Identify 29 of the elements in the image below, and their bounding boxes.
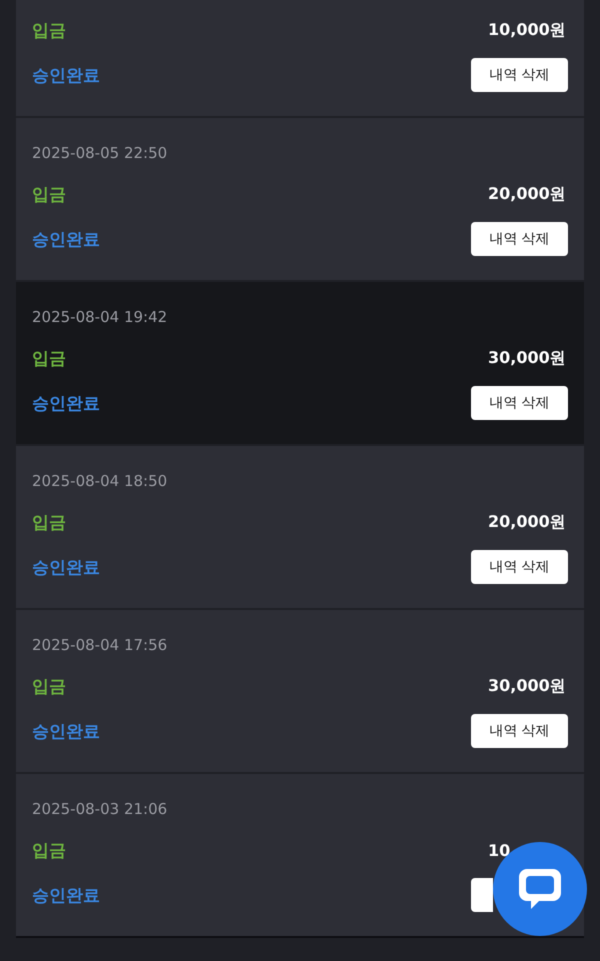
transaction-date: 2025-08-05 22:50: [32, 143, 168, 164]
transaction-type: 입금: [32, 348, 66, 370]
delete-history-button[interactable]: 내역 삭제: [471, 550, 568, 584]
transaction-status: 승인완료: [32, 392, 100, 414]
delete-history-button[interactable]: 내역 삭제: [471, 58, 568, 92]
transaction-type: 입금: [32, 20, 66, 42]
transaction-date: 2025-08-04 18:50: [32, 471, 168, 492]
transaction-amount: 10,000원: [488, 20, 567, 40]
chat-bubble-icon: [517, 867, 563, 911]
transaction-status: 승인완료: [32, 228, 100, 250]
transaction-amount: 20,000원: [488, 512, 567, 532]
transaction-type: 입금: [32, 840, 66, 862]
transaction-date: 2025-08-04 19:42: [32, 307, 168, 328]
transaction-type: 입금: [32, 676, 66, 698]
transaction-date: 2025-08-04 17:56: [32, 635, 168, 656]
delete-history-button[interactable]: 내역 삭제: [471, 386, 568, 420]
transaction-status: 승인완료: [32, 884, 100, 906]
delete-history-button[interactable]: 내역 삭제: [471, 222, 568, 256]
transaction-date: 2025-08-03 21:06: [32, 799, 168, 820]
transaction-amount: 30,000원: [488, 676, 567, 696]
transaction-type: 입금: [32, 184, 66, 206]
transaction-type: 입금: [32, 512, 66, 534]
transaction-status: 승인완료: [32, 720, 100, 742]
transaction-amount: 20,000원: [488, 184, 567, 204]
transaction-amount: 10: [488, 840, 512, 860]
transaction-status: 승인완료: [32, 556, 100, 578]
transaction-amount: 30,000원: [488, 348, 567, 368]
transaction-status: 승인완료: [32, 64, 100, 86]
delete-history-button[interactable]: 내역 삭제: [471, 714, 568, 748]
